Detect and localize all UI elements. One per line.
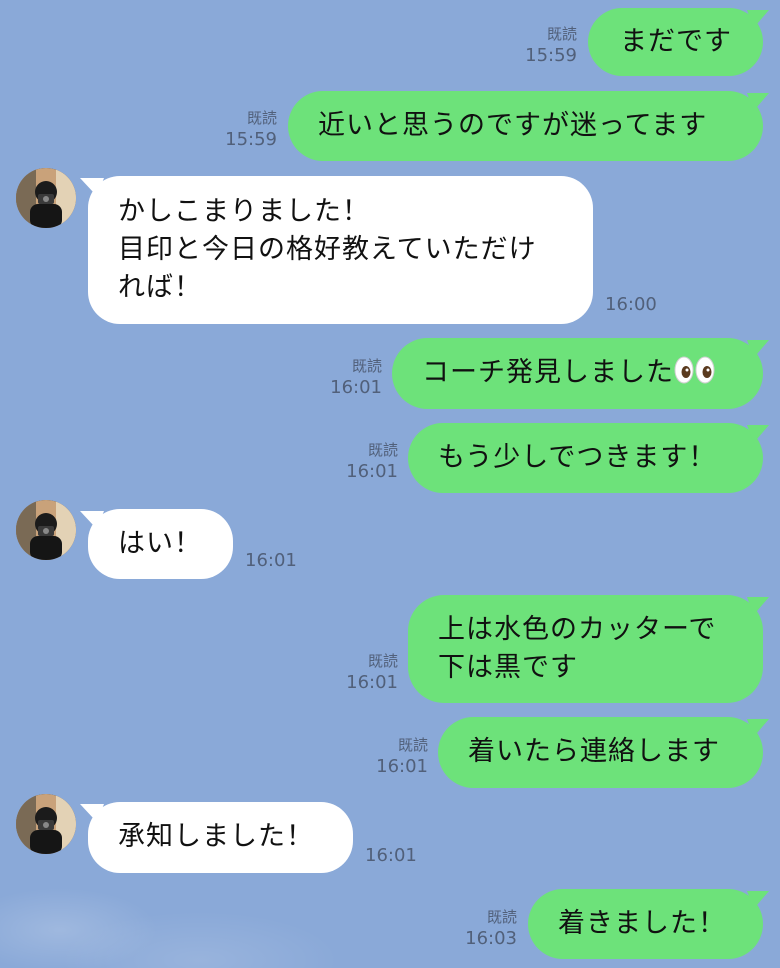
incoming-message-bubble[interactable]: 承知しました！ bbox=[88, 802, 353, 873]
outgoing-message-bubble[interactable]: まだです bbox=[588, 8, 763, 76]
read-receipt: 既読 bbox=[486, 908, 517, 926]
read-receipt: 既読 bbox=[367, 441, 398, 459]
read-receipt: 既読 bbox=[367, 652, 398, 670]
message-text: れば！ bbox=[118, 272, 202, 303]
message-meta: 既読 16:03 bbox=[465, 907, 517, 949]
message-text: はい！ bbox=[118, 528, 202, 559]
message-meta: 既読 16:01 bbox=[346, 440, 398, 482]
avatar-photo-icon bbox=[16, 500, 76, 560]
outgoing-message-bubble[interactable]: 着いたら連絡します bbox=[438, 717, 763, 788]
message-time: 16:01 bbox=[346, 461, 398, 482]
outgoing-message-bubble[interactable]: 上は水色のカッターで 下は黒です bbox=[408, 595, 763, 703]
outgoing-message-bubble[interactable]: コーチ発見しました bbox=[392, 338, 763, 409]
read-receipt: 既読 bbox=[246, 109, 277, 127]
avatar-photo-icon bbox=[16, 168, 76, 228]
message-meta: 既読 15:59 bbox=[225, 108, 277, 150]
message-time: 16:03 bbox=[465, 928, 517, 949]
avatar-photo-icon bbox=[16, 794, 76, 854]
message-text: かしこまりました！ bbox=[118, 196, 370, 227]
contact-avatar[interactable] bbox=[16, 500, 76, 560]
message-text: 目印と今日の格好教えていただけ bbox=[118, 234, 537, 265]
incoming-message-bubble[interactable]: かしこまりました！ 目印と今日の格好教えていただけ れば！ bbox=[88, 176, 593, 324]
message-text: コーチ発見しました bbox=[422, 357, 674, 388]
message-meta: 既読 15:59 bbox=[525, 24, 577, 66]
message-text: 近いと思うのですが迷ってます bbox=[318, 110, 708, 141]
chat-view[interactable]: 既読 15:59 まだです 既読 15:59 近いと思うのですが迷ってます かし… bbox=[0, 0, 780, 968]
outgoing-message-bubble[interactable]: もう少しでつきます！ bbox=[408, 423, 763, 493]
contact-avatar[interactable] bbox=[16, 168, 76, 228]
message-text: まだです bbox=[620, 26, 732, 57]
read-receipt: 既読 bbox=[546, 25, 577, 43]
message-meta: 既読 16:01 bbox=[376, 735, 428, 777]
outgoing-message-bubble[interactable]: 着きました！ bbox=[528, 889, 763, 959]
message-time: 16:01 bbox=[365, 845, 417, 866]
incoming-message-bubble[interactable]: はい！ bbox=[88, 509, 233, 579]
message-time: 16:01 bbox=[330, 377, 382, 398]
message-text: もう少しでつきます！ bbox=[438, 442, 717, 473]
message-text: 承知しました！ bbox=[118, 821, 314, 852]
message-time: 16:01 bbox=[376, 756, 428, 777]
message-meta: 既読 16:01 bbox=[346, 651, 398, 693]
message-text: 下は黒です bbox=[438, 652, 578, 683]
outgoing-message-bubble[interactable]: 近いと思うのですが迷ってます bbox=[288, 91, 763, 161]
message-meta: 既読 16:01 bbox=[330, 356, 382, 398]
message-time: 16:01 bbox=[245, 550, 297, 571]
read-receipt: 既読 bbox=[351, 357, 382, 375]
message-time: 16:01 bbox=[346, 672, 398, 693]
message-time: 15:59 bbox=[525, 45, 577, 66]
contact-avatar[interactable] bbox=[16, 794, 76, 854]
read-receipt: 既読 bbox=[397, 736, 428, 754]
message-text: 上は水色のカッターで bbox=[438, 614, 717, 645]
message-text: 着きました！ bbox=[558, 908, 726, 939]
message-text: 着いたら連絡します bbox=[468, 736, 720, 767]
message-time: 15:59 bbox=[225, 129, 277, 150]
message-time: 16:00 bbox=[605, 294, 657, 315]
eyes-emoji-icon bbox=[674, 356, 715, 384]
